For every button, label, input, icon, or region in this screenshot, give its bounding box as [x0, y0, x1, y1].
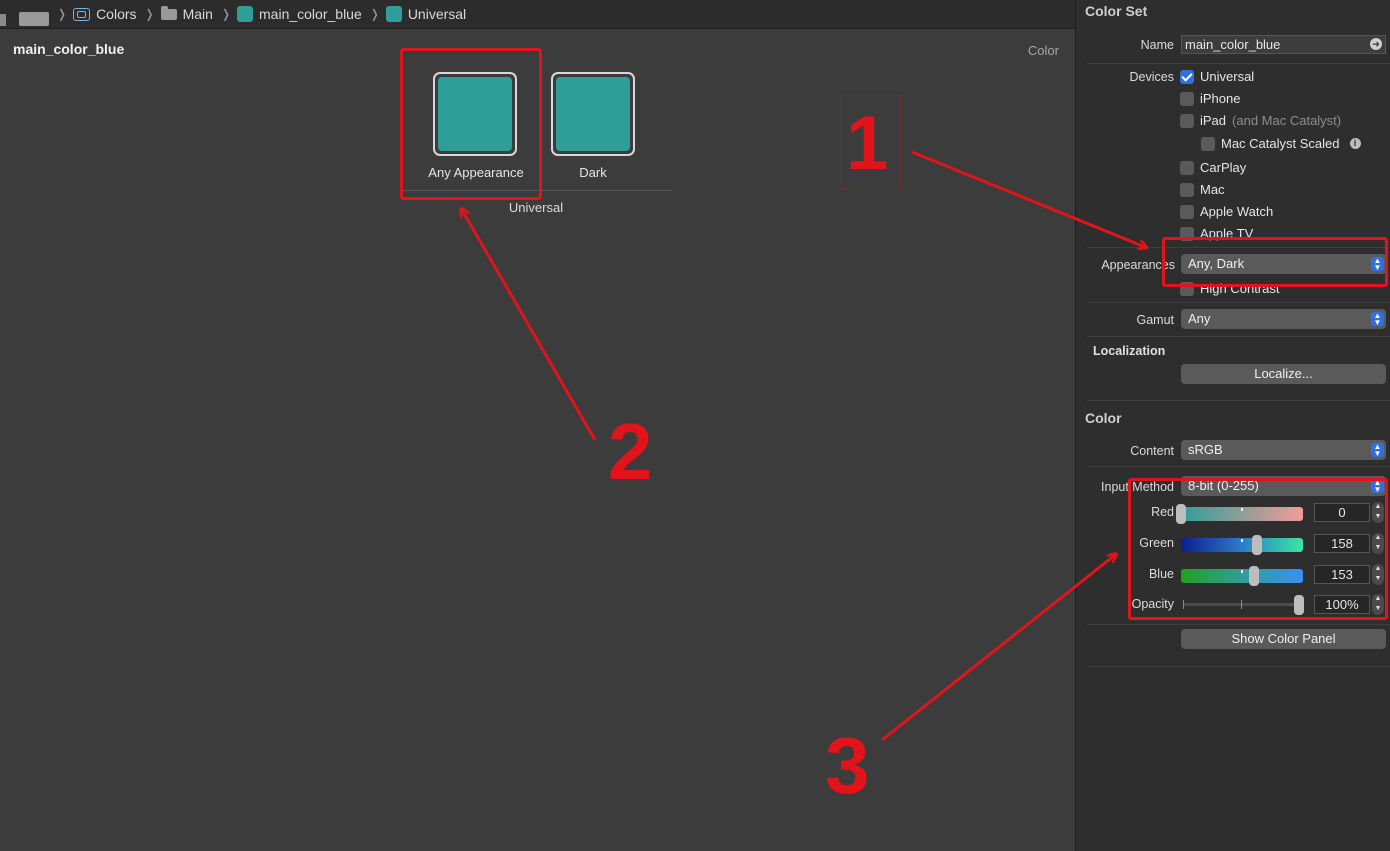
- localization-header: Localization: [1093, 344, 1166, 358]
- name-value: main_color_blue: [1185, 37, 1281, 52]
- name-field[interactable]: main_color_blue ➔: [1181, 35, 1386, 54]
- breadcrumb-label: Main: [182, 6, 213, 22]
- swatch-label: Dark: [579, 165, 607, 180]
- device-label: iPhone: [1200, 91, 1241, 106]
- breadcrumb: ❭ Colors ❭ Main ❭ main_color_blue ❭ Univ…: [0, 0, 1075, 29]
- device-label: Mac Catalyst Scaled: [1221, 136, 1340, 151]
- breadcrumb-label: Colors: [96, 6, 137, 22]
- device-iphone[interactable]: iPhone: [1180, 91, 1240, 106]
- show-color-panel-button[interactable]: Show Color Panel: [1181, 629, 1386, 649]
- project-icon[interactable]: [19, 12, 49, 26]
- localize-button[interactable]: Localize...: [1181, 364, 1386, 384]
- annotation-box-appearances: [1162, 237, 1388, 287]
- device-label: Mac: [1200, 182, 1225, 197]
- popup-arrows-icon: ▲ ▼: [1371, 443, 1384, 458]
- checkbox[interactable]: [1180, 204, 1194, 219]
- divider: [1086, 63, 1390, 64]
- annotation-number-2: 2: [608, 407, 653, 496]
- breadcrumb-item-main[interactable]: Main: [160, 5, 213, 22]
- breadcrumb-chevron-icon: ❭: [369, 7, 380, 21]
- checkbox-checked[interactable]: [1180, 69, 1194, 84]
- color-set-header: Color Set: [1085, 3, 1148, 19]
- asset-title: main_color_blue: [13, 41, 125, 57]
- asset-type-label: Color: [1027, 43, 1059, 58]
- checkbox[interactable]: [1180, 113, 1194, 128]
- breadcrumb-item-universal[interactable]: Universal: [385, 6, 467, 22]
- annotation-box-swatch: [400, 48, 542, 200]
- attributes-inspector: Color Set Name main_color_blue ➔ Devices…: [1075, 0, 1390, 851]
- hidden-breadcrumb-icon: [0, 14, 6, 26]
- divider: [1086, 400, 1390, 401]
- devices-label: Devices: [1129, 70, 1174, 84]
- divider: [1086, 466, 1390, 467]
- divider: [1086, 624, 1390, 625]
- device-apple-watch[interactable]: Apple Watch: [1180, 204, 1273, 219]
- info-icon[interactable]: i: [1349, 138, 1361, 149]
- checkbox[interactable]: [1201, 136, 1215, 151]
- checkbox[interactable]: [1180, 160, 1194, 175]
- content-popup[interactable]: sRGB ▲ ▼: [1181, 440, 1386, 460]
- color-swatch[interactable]: [551, 72, 635, 156]
- breadcrumb-chevron-icon: ❭: [220, 7, 232, 21]
- device-universal[interactable]: Universal: [1180, 69, 1254, 84]
- popup-value: sRGB: [1188, 442, 1223, 457]
- color-set-icon: [237, 6, 254, 22]
- device-note: (and Mac Catalyst): [1232, 113, 1342, 128]
- checkbox[interactable]: [1180, 182, 1194, 197]
- content-label: Content: [1130, 444, 1174, 458]
- popup-arrows-icon: ▲ ▼: [1371, 312, 1384, 327]
- swatch-dark[interactable]: Dark: [551, 72, 635, 180]
- breadcrumb-chevron-icon: ❭: [57, 7, 68, 21]
- annotation-number-1: 1: [846, 101, 889, 186]
- breadcrumb-label: Universal: [407, 6, 467, 22]
- device-mac[interactable]: Mac: [1180, 182, 1225, 197]
- annotation-number-3: 3: [825, 721, 870, 810]
- name-label: Name: [1140, 38, 1174, 52]
- folder-icon: [160, 5, 177, 20]
- device-ipad[interactable]: iPad (and Mac Catalyst): [1180, 113, 1341, 128]
- device-mac-catalyst-scaled[interactable]: Mac Catalyst Scaled i: [1201, 136, 1361, 151]
- device-label: iPad: [1200, 113, 1227, 128]
- divider: [1086, 302, 1390, 303]
- device-label: Universal: [1200, 69, 1255, 84]
- device-carplay[interactable]: CarPlay: [1180, 160, 1246, 175]
- breadcrumb-item-color-set[interactable]: main_color_blue: [237, 6, 362, 22]
- gamut-label: Gamut: [1136, 313, 1174, 327]
- go-arrow-icon[interactable]: ➔: [1370, 38, 1382, 50]
- asset-catalog-icon: [73, 7, 91, 21]
- color-swatch-icon: [385, 6, 402, 22]
- checkbox[interactable]: [1180, 91, 1194, 106]
- annotation-box-sliders: [1128, 478, 1388, 620]
- popup-value: Any: [1188, 311, 1211, 326]
- breadcrumb-label: main_color_blue: [259, 6, 362, 22]
- divider: [1086, 336, 1390, 337]
- device-label: CarPlay: [1200, 160, 1247, 175]
- breadcrumb-item-colors[interactable]: Colors: [73, 6, 137, 22]
- device-label: Apple Watch: [1200, 204, 1274, 219]
- group-label: Universal: [508, 200, 564, 215]
- divider: [1086, 666, 1390, 667]
- gamut-popup[interactable]: Any ▲ ▼: [1181, 309, 1386, 329]
- color-header: Color: [1085, 410, 1122, 426]
- breadcrumb-chevron-icon: ❭: [144, 7, 155, 21]
